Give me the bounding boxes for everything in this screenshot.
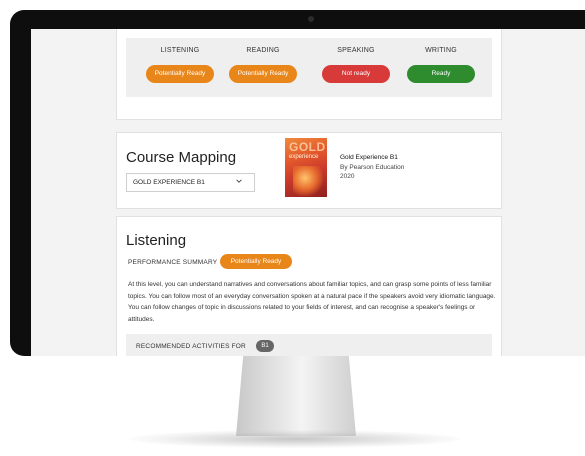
book-year: 2020 bbox=[340, 173, 355, 180]
camera-icon bbox=[308, 16, 314, 22]
status-badge: Potentially Ready bbox=[229, 65, 297, 83]
status-badge: Potentially Ready bbox=[146, 65, 214, 83]
stand-shadow bbox=[130, 430, 460, 448]
recommended-activities-panel: RECOMMENDED ACTIVITIES FOR B1 bbox=[126, 334, 492, 356]
course-select[interactable]: GOLD EXPERIENCE B1 bbox=[126, 173, 255, 192]
skill-column-reading: READING Potentially Ready bbox=[227, 38, 299, 83]
book-title: Gold Experience B1 bbox=[340, 154, 398, 161]
level-badge: B1 bbox=[256, 340, 274, 352]
listening-title: Listening bbox=[126, 232, 187, 249]
recommended-activities-label: RECOMMENDED ACTIVITIES FOR bbox=[136, 343, 246, 350]
skill-header: SPEAKING bbox=[337, 47, 375, 54]
performance-summary-text: At this level, you can understand narrat… bbox=[128, 281, 496, 323]
skills-card: LISTENING Potentially Ready READING Pote… bbox=[116, 29, 502, 120]
status-badge: Potentially Ready bbox=[220, 254, 292, 269]
book-cover-image: GOLD experience bbox=[285, 138, 327, 197]
chevron-down-icon bbox=[236, 179, 242, 183]
skill-column-speaking: SPEAKING Not ready bbox=[320, 38, 392, 83]
skill-column-listening: LISTENING Potentially Ready bbox=[144, 38, 216, 83]
monitor-frame: LISTENING Potentially Ready READING Pote… bbox=[10, 10, 585, 356]
book-cover-artwork bbox=[293, 166, 323, 196]
book-info: Gold Experience B1 By Pearson Education … bbox=[340, 153, 404, 182]
monitor-stand bbox=[236, 356, 356, 436]
skill-header: READING bbox=[246, 47, 280, 54]
book-publisher: By Pearson Education bbox=[340, 163, 405, 171]
performance-summary-label: PERFORMANCE SUMMARY bbox=[128, 259, 218, 266]
course-mapping-title: Course Mapping bbox=[126, 149, 237, 166]
status-badge: Not ready bbox=[322, 65, 390, 83]
skills-summary-panel: LISTENING Potentially Ready READING Pote… bbox=[126, 38, 492, 97]
skill-header: WRITING bbox=[425, 47, 457, 54]
skill-header: LISTENING bbox=[160, 47, 200, 54]
book-cover-subtitle: experience bbox=[289, 154, 319, 160]
listening-card: Listening PERFORMANCE SUMMARY Potentiall… bbox=[116, 216, 502, 356]
course-select-value: GOLD EXPERIENCE B1 bbox=[133, 179, 205, 186]
status-badge: Ready bbox=[407, 65, 475, 83]
course-mapping-card: Course Mapping GOLD EXPERIENCE B1 GOLD e… bbox=[116, 132, 502, 209]
book-cover-logo: GOLD bbox=[289, 140, 326, 154]
app-screen: LISTENING Potentially Ready READING Pote… bbox=[31, 29, 585, 356]
skill-column-writing: WRITING Ready bbox=[405, 38, 477, 83]
